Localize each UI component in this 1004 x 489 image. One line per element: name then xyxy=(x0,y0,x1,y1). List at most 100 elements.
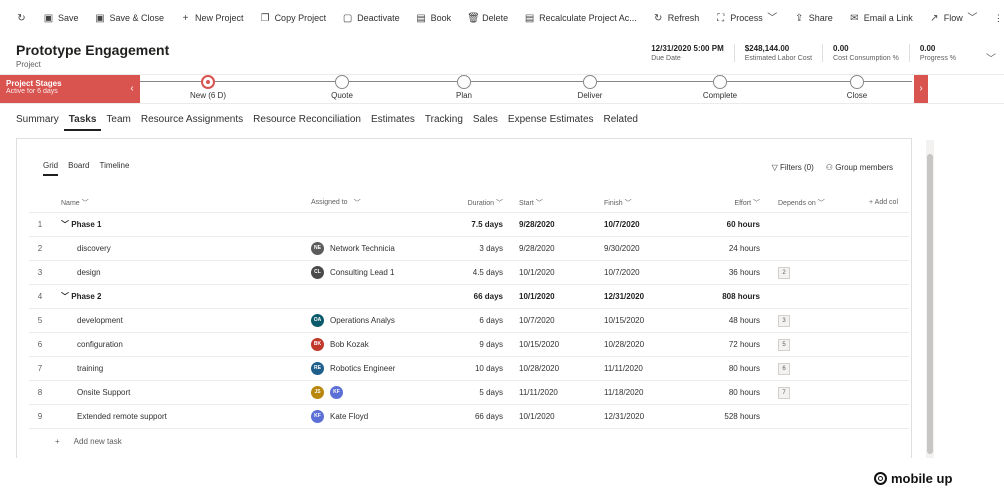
avatar: CL xyxy=(311,266,324,279)
share-button[interactable]: ⇪ Share xyxy=(786,6,841,30)
row-number: 7 xyxy=(37,364,43,373)
stage-quote[interactable]: Quote xyxy=(297,75,387,100)
save-button[interactable]: ▣ Save xyxy=(35,6,87,30)
row-number: 5 xyxy=(37,316,43,325)
task-name[interactable]: design xyxy=(51,268,311,277)
history-button[interactable]: ↻ xyxy=(8,6,35,30)
stage-plan[interactable]: Plan xyxy=(419,75,509,100)
active-stage-panel[interactable]: Project Stages Active for 6 days xyxy=(0,75,126,103)
tab-summary[interactable]: Summary xyxy=(16,113,64,131)
task-name[interactable]: training xyxy=(51,364,311,373)
depends-on[interactable]: 7 xyxy=(768,386,838,399)
assigned-to[interactable]: BK Bob Kozak xyxy=(311,338,451,351)
filter-icon: ▽ xyxy=(771,163,781,172)
task-name[interactable]: Onsite Support xyxy=(51,388,311,397)
stage-marker-icon xyxy=(850,75,864,89)
assigned-to[interactable]: JS KF xyxy=(311,386,451,399)
table-row[interactable]: 6 configuration BK Bob Kozak 9 days 10/15/202… xyxy=(29,333,909,357)
column-name[interactable]: Name ﹀ xyxy=(51,198,311,208)
assignee-name: Bob Kozak xyxy=(330,340,369,349)
assigned-to[interactable]: KF Kate Floyd xyxy=(311,410,451,423)
share-icon: ⇪ xyxy=(795,12,804,24)
refresh-button[interactable]: ↻ Refresh xyxy=(645,6,708,30)
vertical-scrollbar[interactable] xyxy=(926,140,934,458)
tab-team[interactable]: Team xyxy=(101,113,135,131)
book-button[interactable]: ▤ Book xyxy=(408,6,460,30)
add-new-task-button[interactable]: + Add new task xyxy=(29,429,909,453)
phase-row[interactable]: 4 ﹀ Phase 2 66 days 10/1/2020 12/31/2020 808 … xyxy=(29,285,909,309)
column-start[interactable]: Start ﹀ xyxy=(511,198,596,208)
table-row[interactable]: 9 Extended remote support KF Kate Floyd 66 d… xyxy=(29,405,909,429)
tab-tasks[interactable]: Tasks xyxy=(63,113,102,131)
depends-on[interactable]: 6 xyxy=(768,362,838,375)
tab-resource-assignments[interactable]: Resource Assignments xyxy=(136,113,248,131)
table-row[interactable]: 5 development OA Operations Analys 6 days 10/… xyxy=(29,309,909,333)
assigned-to[interactable]: NE Network Technicia xyxy=(311,242,451,255)
tab-related[interactable]: Related xyxy=(599,113,643,131)
stage-deliver[interactable]: Deliver xyxy=(545,75,635,100)
filters-button[interactable]: ▽ Filters (0) xyxy=(772,163,814,172)
assigned-to[interactable]: CL Consulting Lead 1 xyxy=(311,266,451,279)
book-icon: ▤ xyxy=(416,12,426,24)
table-row[interactable]: 3 design CL Consulting Lead 1 4.5 days 10/1/2… xyxy=(29,261,909,285)
chevron-down-icon[interactable]: ﹀ xyxy=(61,220,71,229)
assignee-name: Robotics Engineer xyxy=(330,364,396,373)
task-duration: 3 days xyxy=(479,244,503,253)
column-assigned-to[interactable]: Assigned to ﹀ xyxy=(311,198,451,208)
chevron-down-icon[interactable]: ﹀ xyxy=(61,292,71,301)
task-name[interactable]: ﹀ Phase 1 xyxy=(51,219,311,230)
tab-estimates[interactable]: Estimates xyxy=(366,113,420,131)
task-name[interactable]: discovery xyxy=(51,244,311,253)
email-a-link-button[interactable]: ✉ Email a Link xyxy=(841,6,921,30)
view-timeline[interactable]: Timeline xyxy=(99,161,129,176)
column-finish[interactable]: Finish ﹀ xyxy=(596,198,696,208)
delete-button[interactable]: 🗑 Delete xyxy=(459,6,516,30)
view-board[interactable]: Board xyxy=(68,161,89,176)
column-depends-on[interactable]: Depends on ﹀ xyxy=(768,198,838,208)
view-grid[interactable]: Grid xyxy=(43,161,59,176)
task-name[interactable]: configuration xyxy=(51,340,311,349)
brand-logo-icon xyxy=(874,472,887,485)
table-row[interactable]: 7 training RE Robotics Engineer 10 days 10/28… xyxy=(29,357,909,381)
process-button[interactable]: ⛶ Process ﹀ xyxy=(707,6,786,30)
table-row[interactable]: 8 Onsite Support JS KF 5 days 11/11/2020 11/18… xyxy=(29,381,909,405)
task-name-text: Onsite Support xyxy=(77,388,131,397)
stage-close[interactable]: Close xyxy=(812,75,902,100)
task-name[interactable]: development xyxy=(51,316,311,325)
chevron-right-icon[interactable]: › xyxy=(914,75,928,103)
flow-button[interactable]: ↗ Flow ﹀ xyxy=(921,6,986,30)
depends-on[interactable]: 5 xyxy=(768,338,838,351)
add-column-button[interactable]: + Add col xyxy=(838,199,898,206)
stage-label: Deliver xyxy=(577,91,603,100)
group-members-button[interactable]: ⚇ Group members xyxy=(826,163,893,172)
assigned-to[interactable]: OA Operations Analys xyxy=(311,314,451,327)
save-close-button[interactable]: ▣ Save & Close xyxy=(87,6,173,30)
new-project-label: New Project xyxy=(195,13,244,23)
new-project-button[interactable]: + New Project xyxy=(172,6,252,30)
phase-row[interactable]: 1 ﹀ Phase 1 7.5 days 9/28/2020 10/7/2020 60 h… xyxy=(29,213,909,237)
stage-complete[interactable]: Complete xyxy=(675,75,765,100)
more-commands-button[interactable]: ⋮ xyxy=(986,6,1004,30)
depends-on[interactable]: 3 xyxy=(768,314,838,327)
table-row[interactable]: 2 discovery NE Network Technicia 3 days 9/28/… xyxy=(29,237,909,261)
stage-new-6-d[interactable]: New (6 D) xyxy=(163,75,253,100)
column-depends-label: Depends on xyxy=(778,199,816,207)
recalculate-project-ac-button[interactable]: ▤ Recalculate Project Ac... xyxy=(516,6,645,30)
depends-on[interactable]: 2 xyxy=(768,266,838,279)
task-name[interactable]: Extended remote support xyxy=(51,412,311,421)
scrollbar-thumb[interactable] xyxy=(927,154,933,454)
deactivate-button[interactable]: ▢ Deactivate xyxy=(334,6,408,30)
column-effort[interactable]: Effort ﹀ xyxy=(696,198,768,208)
copy-project-button[interactable]: ❐ Copy Project xyxy=(252,6,335,30)
assigned-to[interactable]: RE Robotics Engineer xyxy=(311,362,451,375)
chevron-left-icon[interactable]: ‹ xyxy=(124,75,140,103)
tab-sales[interactable]: Sales xyxy=(468,113,503,131)
tab-expense-estimates[interactable]: Expense Estimates xyxy=(503,113,599,131)
row-number: 8 xyxy=(37,388,43,397)
tab-tracking[interactable]: Tracking xyxy=(420,113,468,131)
tab-resource-reconciliation[interactable]: Resource Reconciliation xyxy=(248,113,366,131)
copy-project-label: Copy Project xyxy=(274,13,327,23)
column-duration[interactable]: Duration ﹀ xyxy=(451,198,511,208)
task-name[interactable]: ﹀ Phase 2 xyxy=(51,291,311,302)
chevron-down-icon[interactable]: ﹀ xyxy=(986,50,996,65)
